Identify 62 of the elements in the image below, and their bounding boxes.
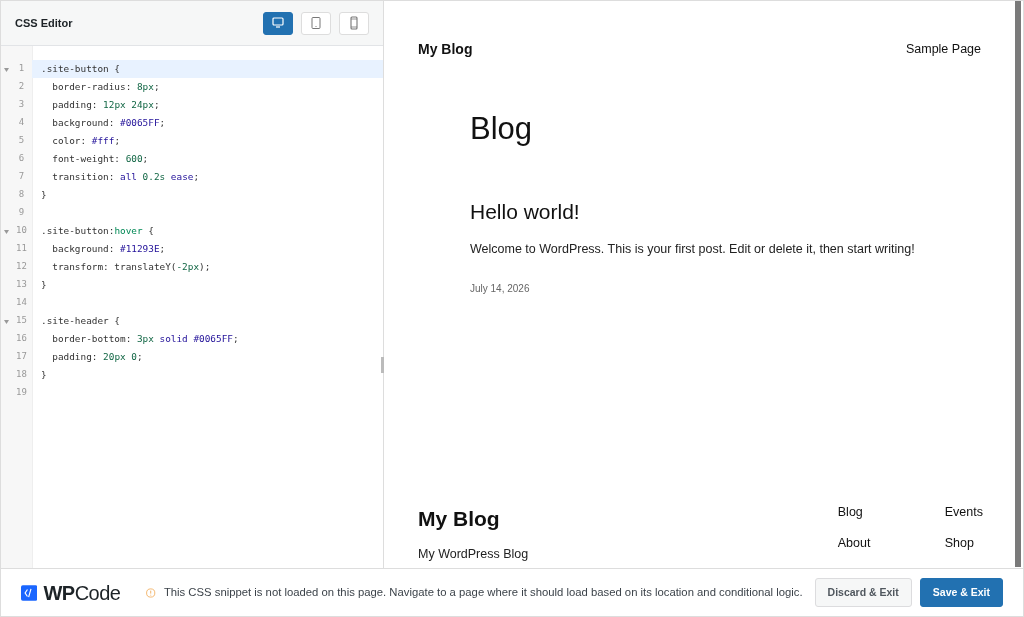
line-number: 8 — [17, 188, 26, 202]
post-excerpt: Welcome to WordPress. This is your first post. Edit or delete it, then start writing! — [470, 241, 916, 259]
code-line: transform: translateY(-2px); — [51, 260, 212, 274]
site-title[interactable]: My Blog — [418, 39, 473, 60]
site-tagline: My WordPress Blog — [418, 545, 529, 563]
code-line: font-weight: 600; — [51, 152, 150, 166]
line-number: 17 — [15, 350, 28, 364]
page-title: Blog — [470, 110, 534, 148]
line-number: 15 — [15, 314, 28, 328]
tablet-icon — [309, 16, 323, 30]
notice-text: This CSS snippet is not loaded on this page. Navigate to a page where it should load based on its location and conditional logic. — [163, 585, 803, 601]
footer-link[interactable]: Blog — [837, 503, 875, 522]
editor-title: CSS Editor — [15, 15, 73, 31]
line-number: 19 — [15, 386, 28, 400]
footer-link[interactable]: Shop — [944, 533, 983, 553]
line-number: 12 — [15, 260, 28, 274]
line-number: 18 — [15, 368, 28, 382]
discard-button[interactable]: Discard & Exit — [814, 577, 912, 608]
resize-handle[interactable] — [381, 357, 384, 373]
line-number: 10 — [15, 224, 28, 238]
footer-link[interactable]: About — [837, 533, 875, 553]
code-line: border-bottom: 3px solid #0065FF; — [51, 332, 240, 346]
code-line: } — [40, 188, 48, 202]
code-line: } — [40, 368, 48, 382]
fold-arrow-icon[interactable] — [3, 319, 9, 324]
code-line: .site-header { — [40, 314, 122, 328]
line-number: 3 — [17, 98, 26, 112]
code-line: background: #0065FF; — [51, 116, 167, 130]
footer-link[interactable]: Events — [944, 503, 983, 522]
code-line: padding: 20px 0; — [51, 350, 144, 364]
line-number: 14 — [15, 296, 28, 310]
code-line: border-radius: 8px; — [51, 80, 161, 94]
code-line: background: #11293E; — [51, 242, 167, 256]
line-number: 1 — [17, 62, 26, 76]
fold-arrow-icon[interactable] — [3, 67, 9, 72]
mobile-icon — [347, 16, 361, 30]
line-number: 13 — [15, 278, 28, 292]
logo-text: WPCode — [43, 580, 121, 606]
desktop-view-button[interactable] — [263, 11, 293, 35]
code-line: } — [40, 278, 48, 292]
line-number: 16 — [15, 332, 28, 346]
code-line: .site-button:hover { — [40, 224, 155, 238]
line-number: 9 — [17, 206, 26, 220]
nav-link[interactable]: Sample Page — [905, 40, 981, 59]
footer-site-title[interactable]: My Blog — [418, 503, 529, 535]
tablet-view-button[interactable] — [301, 11, 331, 35]
line-number: 4 — [17, 116, 26, 130]
scrollbar[interactable] — [1015, 1, 1021, 567]
line-number: 5 — [17, 134, 26, 148]
desktop-icon — [271, 16, 285, 30]
line-number: 11 — [15, 242, 28, 256]
code-line: padding: 12px 24px; — [51, 98, 161, 112]
fold-arrow-icon[interactable] — [3, 229, 9, 234]
mobile-view-button[interactable] — [339, 11, 369, 35]
save-button[interactable]: Save & Exit — [919, 577, 1003, 608]
code-line: transition: all 0.2s ease; — [51, 170, 201, 184]
code-line: color: #fff; — [51, 134, 122, 148]
post-date: July 14, 2026 — [470, 282, 531, 297]
post-title[interactable]: Hello world! — [470, 199, 1023, 225]
line-number: 7 — [17, 170, 26, 184]
line-number: 2 — [17, 80, 26, 94]
line-number: 6 — [17, 152, 26, 166]
